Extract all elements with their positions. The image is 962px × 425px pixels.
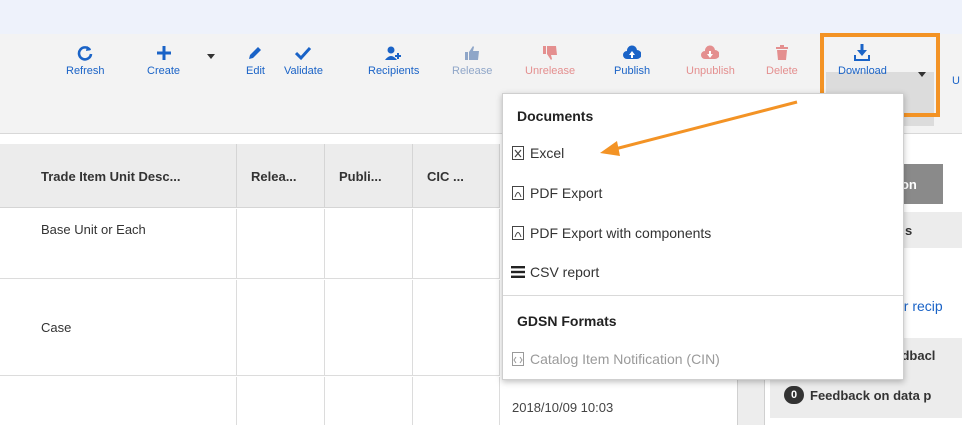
orange-annotation-arrow: [600, 100, 798, 156]
